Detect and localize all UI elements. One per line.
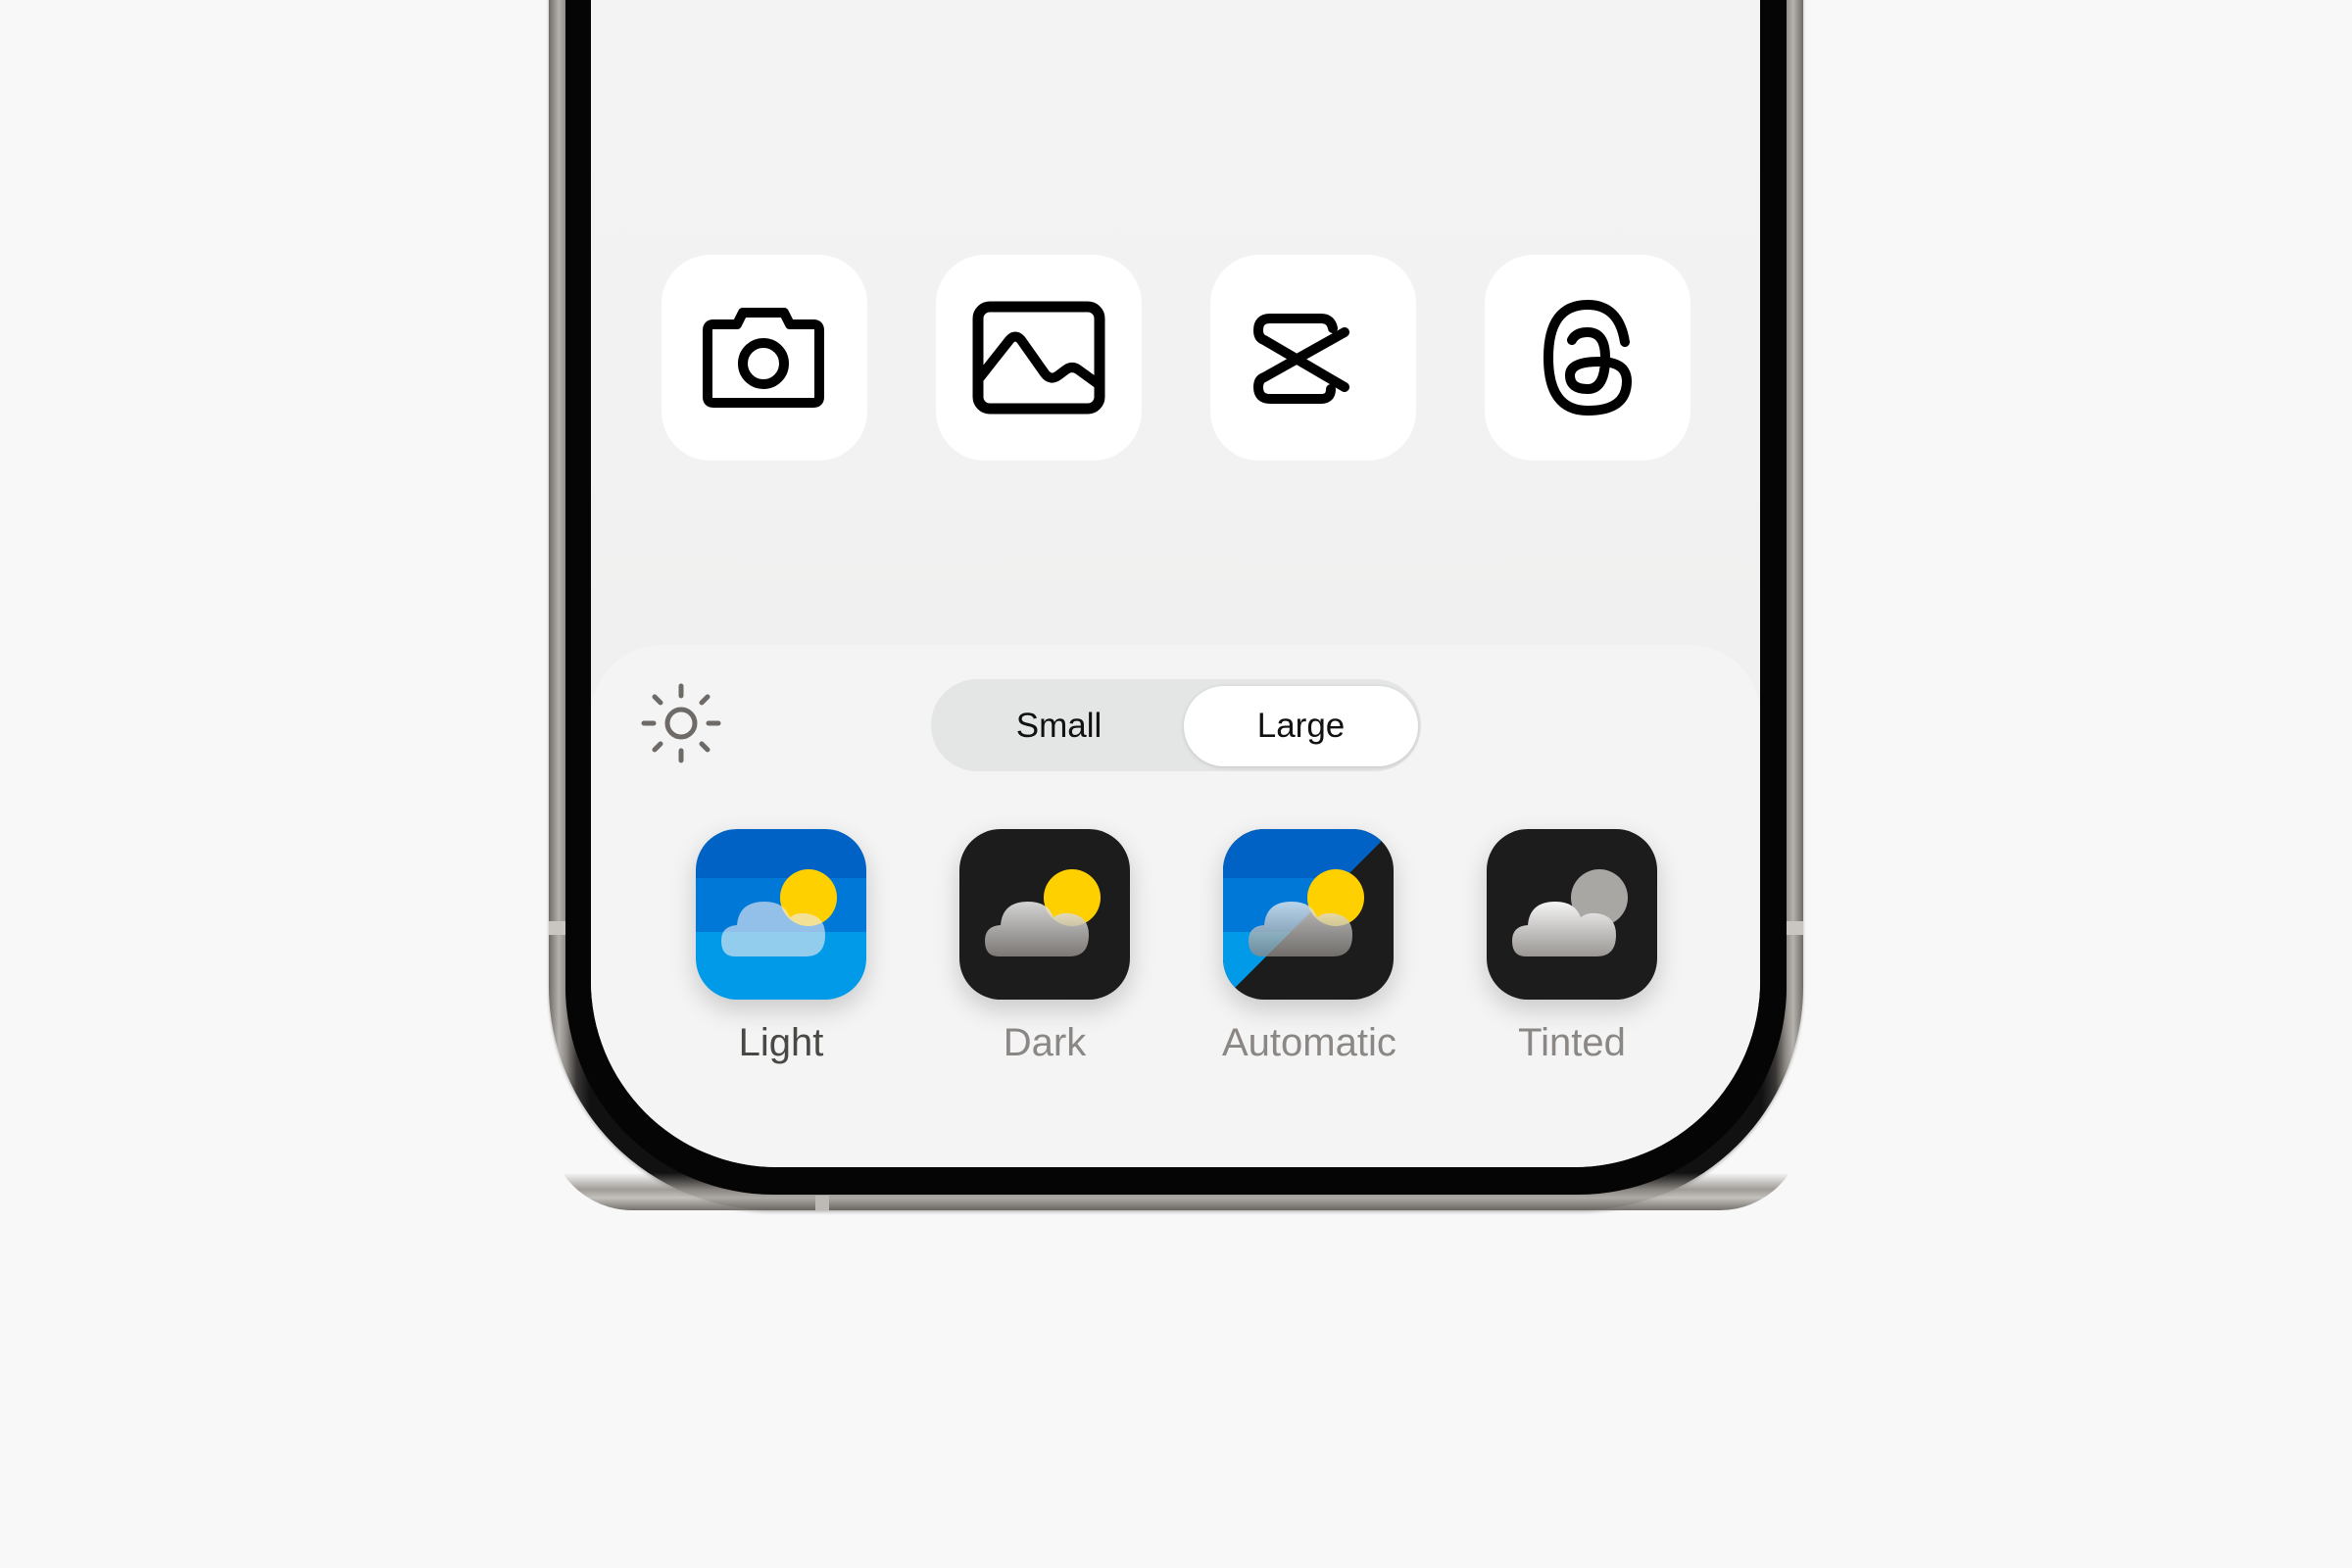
weather-tinted-icon (1487, 829, 1657, 1000)
style-option-automatic[interactable]: Automatic (1222, 829, 1396, 1065)
antenna-band-left (549, 921, 565, 935)
style-option-tinted[interactable]: Tinted (1486, 829, 1658, 1065)
camera-icon (703, 308, 824, 408)
antenna-band-right (1787, 921, 1803, 935)
style-label-light: Light (738, 1021, 824, 1064)
style-label-tinted: Tinted (1518, 1021, 1626, 1064)
antenna-band-bottom (815, 1196, 829, 1210)
size-segmented-control: Small Large (931, 679, 1421, 771)
capcut-icon (1253, 314, 1349, 404)
app-capcut[interactable] (1210, 255, 1416, 461)
style-label-dark: Dark (1003, 1021, 1087, 1064)
style-label-automatic: Automatic (1222, 1021, 1396, 1064)
app-threads[interactable] (1485, 255, 1690, 461)
weather-automatic-icon (1223, 829, 1394, 1000)
sun-icon[interactable] (640, 682, 722, 764)
app-photos[interactable] (936, 255, 1142, 461)
threads-icon (1544, 300, 1632, 416)
size-option-large[interactable]: Large (1184, 686, 1418, 766)
app-camera[interactable] (662, 255, 867, 461)
style-option-dark[interactable]: Dark (958, 829, 1131, 1065)
photo-icon (972, 301, 1105, 415)
size-option-small[interactable]: Small (938, 686, 1180, 766)
style-option-light[interactable]: Light (683, 816, 879, 1065)
phone-screen: Small Large Light Dark Automatic Tinted (591, 0, 1760, 1167)
weather-dark-icon (959, 829, 1130, 1000)
weather-light-icon (696, 829, 866, 1000)
customize-panel: Small Large Light Dark Automatic Tinted (591, 645, 1760, 1167)
